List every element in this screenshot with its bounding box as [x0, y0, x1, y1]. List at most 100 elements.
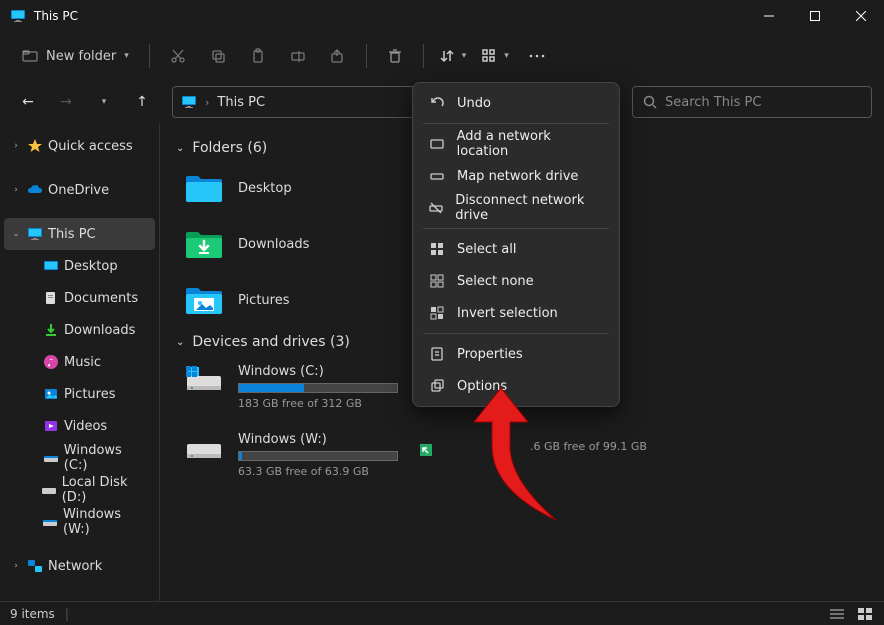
- drive-free-text: 63.3 GB free of 63.9 GB: [238, 465, 398, 478]
- sidebar-item-quick-access[interactable]: › Quick access: [4, 130, 155, 162]
- up-button[interactable]: ↑: [126, 86, 158, 118]
- sidebar-item-local-disk-d[interactable]: ›Local Disk (D:): [4, 474, 155, 506]
- menu-label: Invert selection: [457, 306, 558, 321]
- search-placeholder: Search This PC: [665, 95, 761, 110]
- breadcrumb-location[interactable]: This PC: [217, 95, 265, 110]
- drive-icon: [41, 481, 58, 499]
- cut-button[interactable]: [160, 38, 196, 74]
- undo-icon: [429, 95, 445, 111]
- sidebar-item-videos[interactable]: ›Videos: [4, 410, 155, 442]
- new-folder-icon: [22, 48, 38, 64]
- more-button[interactable]: [519, 38, 555, 74]
- sidebar-item-this-pc[interactable]: ⌄ This PC: [4, 218, 155, 250]
- paste-button[interactable]: [240, 38, 276, 74]
- chevron-down-icon: ▾: [504, 51, 509, 61]
- forward-button[interactable]: →: [50, 86, 82, 118]
- window-title: This PC: [34, 9, 746, 23]
- chevron-right-icon[interactable]: ›: [10, 185, 22, 195]
- options-icon: [429, 378, 445, 394]
- menu-select-all[interactable]: Select all: [417, 233, 615, 265]
- search-input[interactable]: Search This PC: [632, 86, 872, 118]
- menu-label: Add a network location: [457, 129, 603, 159]
- this-pc-icon: [181, 94, 197, 110]
- sidebar-item-network[interactable]: › Network: [4, 550, 155, 582]
- sidebar-item-label: This PC: [48, 227, 96, 242]
- sidebar-item-label: OneDrive: [48, 183, 109, 198]
- drive-windows-w[interactable]: Windows (W:) 63.3 GB free of 63.9 GB: [180, 428, 868, 482]
- downloads-folder-icon: [184, 228, 224, 260]
- drive-icon: [42, 513, 59, 531]
- rename-button[interactable]: [280, 38, 316, 74]
- copy-button[interactable]: [200, 38, 236, 74]
- downloads-icon: [42, 321, 60, 339]
- chevron-right-icon[interactable]: ›: [10, 561, 22, 571]
- navigation-pane: › Quick access › OneDrive ⌄ This PC ›Des…: [0, 124, 160, 601]
- chevron-down-icon: ⌄: [176, 143, 184, 154]
- menu-disconnect-network-drive[interactable]: Disconnect network drive: [417, 192, 615, 224]
- delete-button[interactable]: [377, 38, 413, 74]
- sidebar-item-onedrive[interactable]: › OneDrive: [4, 174, 155, 206]
- documents-icon: [42, 289, 60, 307]
- new-folder-button[interactable]: New folder ▾: [12, 38, 139, 74]
- separator: [423, 228, 609, 229]
- drive-name: Windows (C:): [238, 364, 398, 379]
- back-button[interactable]: ←: [12, 86, 44, 118]
- sidebar-item-windows-c[interactable]: ›Windows (C:): [4, 442, 155, 474]
- onedrive-icon: [26, 181, 44, 199]
- chevron-down-icon: ▾: [462, 51, 467, 61]
- menu-options[interactable]: Options: [417, 370, 615, 402]
- drive-usage-bar: [238, 383, 398, 393]
- separator: [149, 44, 150, 68]
- menu-label: Select none: [457, 274, 534, 289]
- sidebar-item-windows-w[interactable]: ›Windows (W:): [4, 506, 155, 538]
- pictures-folder-icon: [184, 284, 224, 316]
- recent-locations-button[interactable]: ▾: [88, 86, 120, 118]
- properties-icon: [429, 346, 445, 362]
- large-icons-view-button[interactable]: [856, 606, 874, 622]
- menu-undo[interactable]: Undo: [417, 87, 615, 119]
- menu-add-network-location[interactable]: Add a network location: [417, 128, 615, 160]
- menu-map-network-drive[interactable]: Map network drive: [417, 160, 615, 192]
- select-none-icon: [429, 273, 445, 289]
- music-icon: [42, 353, 60, 371]
- item-count: 9 items: [10, 607, 55, 621]
- context-menu: Undo Add a network location Map network …: [412, 82, 620, 407]
- separator: [423, 44, 424, 68]
- sort-button[interactable]: ▾: [434, 38, 473, 74]
- separator: [423, 333, 609, 334]
- chevron-right-icon[interactable]: ›: [10, 141, 22, 151]
- close-button[interactable]: [838, 0, 884, 32]
- chevron-down-icon: ▾: [124, 51, 129, 61]
- menu-label: Undo: [457, 96, 491, 111]
- minimize-button[interactable]: [746, 0, 792, 32]
- drive-usage-bar: [238, 451, 398, 461]
- sidebar-item-downloads[interactable]: ›Downloads: [4, 314, 155, 346]
- invert-selection-icon: [429, 305, 445, 321]
- sidebar-item-label: Documents: [64, 291, 138, 306]
- folder-label: Pictures: [238, 293, 289, 308]
- menu-invert-selection[interactable]: Invert selection: [417, 297, 615, 329]
- menu-select-none[interactable]: Select none: [417, 265, 615, 297]
- sidebar-item-label: Pictures: [64, 387, 115, 402]
- new-folder-label: New folder: [46, 49, 116, 64]
- titlebar: This PC: [0, 0, 884, 32]
- drive-free-text: 183 GB free of 312 GB: [238, 397, 398, 410]
- share-button[interactable]: [320, 38, 356, 74]
- drive-name: Windows (W:): [238, 432, 398, 447]
- sidebar-item-desktop[interactable]: ›Desktop: [4, 250, 155, 282]
- menu-label: Options: [457, 379, 507, 394]
- details-view-button[interactable]: [828, 606, 846, 622]
- group-label: Folders (6): [192, 140, 267, 156]
- menu-label: Disconnect network drive: [455, 193, 603, 223]
- menu-properties[interactable]: Properties: [417, 338, 615, 370]
- sidebar-item-pictures[interactable]: ›Pictures: [4, 378, 155, 410]
- select-all-icon: [429, 241, 445, 257]
- chevron-down-icon[interactable]: ⌄: [10, 229, 22, 239]
- sidebar-item-documents[interactable]: ›Documents: [4, 282, 155, 314]
- sidebar-item-music[interactable]: ›Music: [4, 346, 155, 378]
- sidebar-item-label: Desktop: [64, 259, 118, 274]
- drive-shortcut-icon: [420, 444, 432, 456]
- chevron-down-icon: ⌄: [176, 337, 184, 348]
- maximize-button[interactable]: [792, 0, 838, 32]
- view-button[interactable]: ▾: [476, 38, 515, 74]
